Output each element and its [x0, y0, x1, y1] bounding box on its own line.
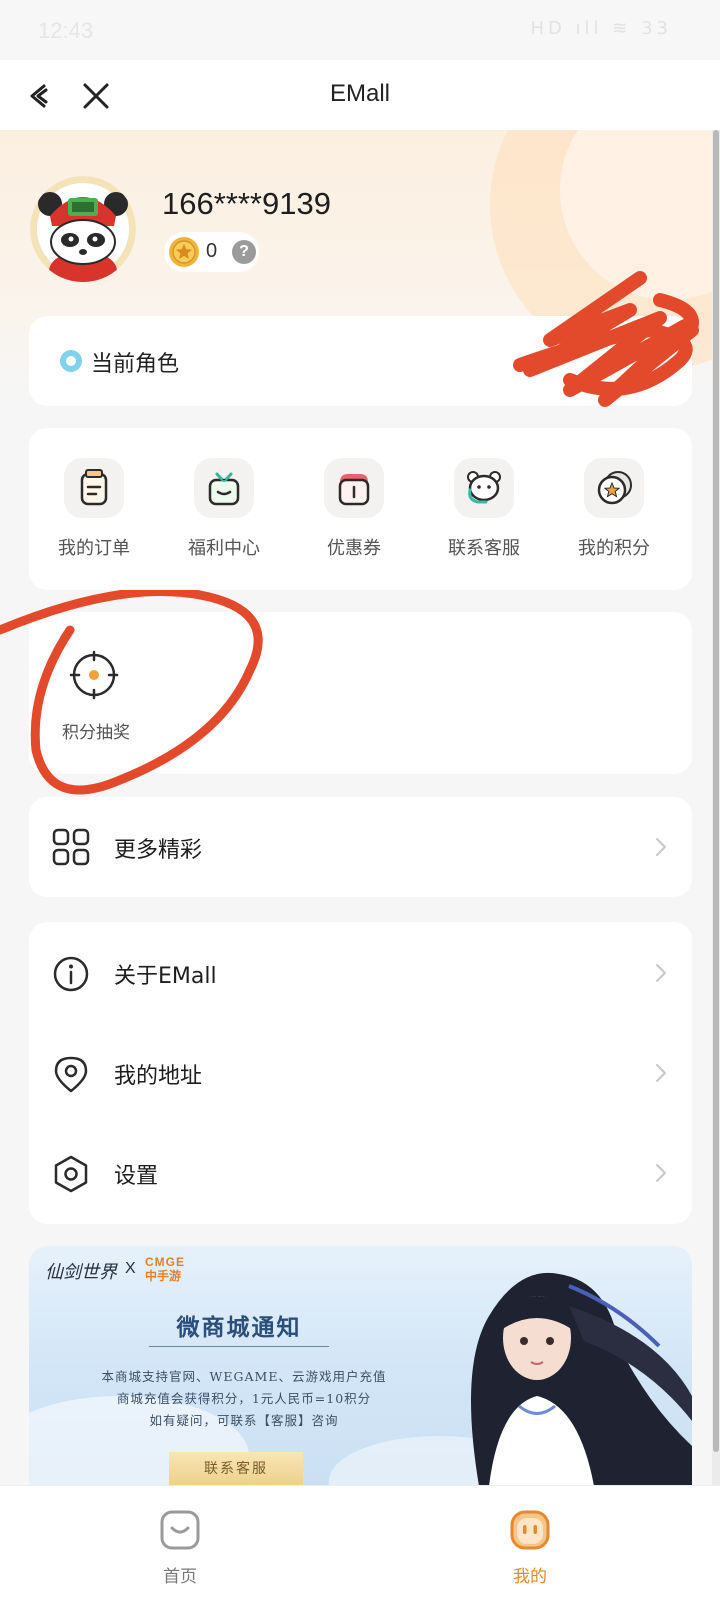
title-bar: EMall — [0, 60, 720, 130]
location-icon — [54, 1056, 88, 1093]
status-icons: HD ıll ≋ 33 — [530, 18, 672, 39]
tab-label: 我的 — [513, 1567, 547, 1587]
more-label: 更多精彩 — [114, 838, 203, 863]
menu-item-label: 我的地址 — [114, 1064, 203, 1089]
quick-action-customer-service[interactable]: 联系客服 — [429, 458, 539, 568]
role-indicator-icon — [60, 350, 82, 372]
banner-text-line: 商城充值会获得积分，1元人民币=10积分 — [116, 1391, 372, 1406]
menu-item-label: 设置 — [114, 1164, 159, 1189]
contact-service-button[interactable]: 联系客服 — [169, 1452, 303, 1486]
chevron-right-icon — [656, 838, 666, 856]
quick-action-label: 我的积分 — [578, 538, 650, 559]
grid-icon — [52, 828, 90, 866]
chevron-right-icon — [656, 1064, 666, 1082]
brand-logo-en: CMGE — [145, 1255, 185, 1269]
user-phone: 166****9139 — [162, 186, 331, 221]
settings-menu-card: 关于EMall 我的地址 设置 — [29, 922, 692, 1224]
quick-action-label: 我的订单 — [58, 538, 130, 559]
banner-collab-x: X — [125, 1260, 136, 1277]
order-icon — [64, 458, 124, 518]
info-icon — [53, 956, 89, 992]
banner-text-line: 本商城支持官网、WEGAME、云游戏用户充值 — [101, 1369, 387, 1384]
gift-icon — [194, 458, 254, 518]
panda-avatar-icon — [30, 176, 136, 282]
banner-title: 微商城通知 — [176, 1314, 302, 1341]
chevron-right-icon — [656, 1164, 666, 1182]
bottom-tab-bar: 首页 我的 — [0, 1485, 720, 1601]
menu-item-about[interactable]: 关于EMall — [29, 922, 692, 1022]
character-illustration — [471, 1272, 692, 1486]
more-card[interactable]: 更多精彩 — [29, 797, 692, 897]
menu-item-address[interactable]: 我的地址 — [29, 1022, 692, 1122]
banner-text-line: 如有疑问，可联系【客服】咨询 — [149, 1413, 339, 1428]
redaction-scribble — [513, 271, 699, 407]
game-logo: 仙剑世界 — [45, 1262, 117, 1283]
banner-divider — [149, 1346, 329, 1347]
quick-action-label: 联系客服 — [448, 538, 520, 559]
quick-action-label: 福利中心 — [188, 538, 260, 559]
quick-action-label: 优惠券 — [327, 538, 381, 559]
points-badge[interactable]: 0 ? — [164, 232, 259, 272]
points-value: 0 — [206, 240, 218, 262]
coupon-icon — [324, 458, 384, 518]
settings-icon — [54, 1155, 88, 1193]
chevron-right-icon — [656, 964, 666, 982]
points-icon — [584, 458, 644, 518]
quick-action-orders[interactable]: 我的订单 — [39, 458, 149, 568]
customer-service-icon — [454, 458, 514, 518]
tab-label: 首页 — [163, 1567, 197, 1587]
menu-item-label: 关于EMall — [114, 964, 217, 989]
help-icon[interactable]: ? — [232, 240, 256, 264]
coin-icon — [169, 237, 199, 267]
circle-annotation — [0, 590, 263, 795]
quick-action-my-points[interactable]: 我的积分 — [559, 458, 669, 568]
notice-banner[interactable]: 仙剑世界 X CMGE 中手游 微商城通知 本商城支持官网、WEGAME、云游戏… — [29, 1246, 692, 1486]
status-time: 12:43 — [38, 18, 94, 43]
status-bar: 12:43 HD ıll ≋ 33 — [0, 0, 720, 60]
quick-actions-card: 我的订单 福利中心 优惠券 联系客服 我的积分 — [29, 428, 692, 590]
page-title: EMall — [329, 80, 390, 107]
quick-action-coupons[interactable]: 优惠券 — [299, 458, 409, 568]
scrollbar-thumb[interactable] — [713, 130, 719, 1452]
tab-home[interactable]: 首页 — [120, 1486, 240, 1601]
current-role-label: 当前角色 — [91, 352, 180, 377]
brand-logo: CMGE 中手游 — [145, 1255, 225, 1284]
mine-tab-icon — [510, 1510, 550, 1550]
avatar[interactable] — [30, 176, 136, 282]
menu-item-settings[interactable]: 设置 — [29, 1122, 692, 1222]
quick-action-welfare[interactable]: 福利中心 — [169, 458, 279, 568]
tab-mine[interactable]: 我的 — [470, 1486, 590, 1601]
home-tab-icon — [160, 1510, 200, 1550]
brand-logo-cn: 中手游 — [145, 1269, 182, 1283]
